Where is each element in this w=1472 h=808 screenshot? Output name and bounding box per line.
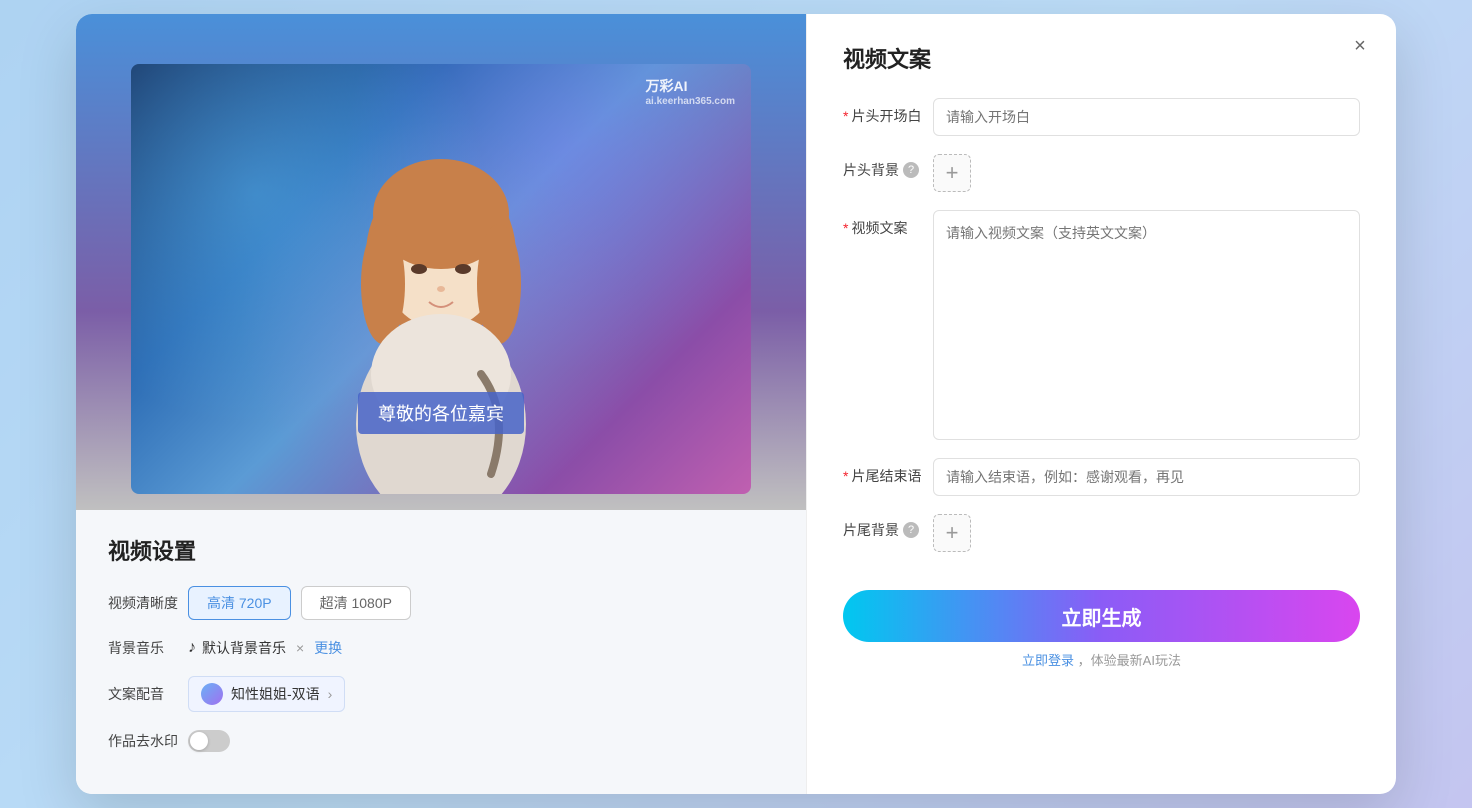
voice-selector[interactable]: 知性姐姐-双语 › [188,676,345,712]
required-star-copy: * [843,220,848,236]
video-preview-inner: 万彩AI ai.keerhan365.com [131,64,751,494]
music-close-button[interactable]: × [296,640,304,656]
tail-bg-help-icon[interactable]: ? [903,522,919,538]
required-star-ending: * [843,468,848,484]
voice-row: 文案配音 知性姐姐-双语 › [108,676,774,712]
required-star-opening: * [843,108,848,124]
video-preview: 万彩AI ai.keerhan365.com [76,14,806,510]
login-hint: 立即登录 ，体验最新AI玩法 [843,650,1360,669]
voice-avatar [201,683,223,705]
music-replace-button[interactable]: 更换 [314,638,342,658]
ending-row: * 片尾结束语 [843,458,1360,496]
tail-bg-add-button[interactable]: + [933,514,971,552]
music-label: 背景音乐 [108,638,188,658]
settings-title: 视频设置 [108,534,774,566]
tail-bg-label: 片尾背景 ? [843,514,933,540]
close-button[interactable]: × [1344,30,1376,62]
copy-row: * 视频文案 [843,210,1360,440]
music-row: 背景音乐 ♪ 默认背景音乐 × 更换 [108,638,774,658]
chevron-right-icon: › [328,686,333,702]
left-panel: 万彩AI ai.keerhan365.com [76,14,806,794]
head-bg-label: 片头背景 ? [843,154,933,180]
opening-input[interactable] [933,98,1360,136]
copy-label: * 视频文案 [843,210,933,238]
music-icon: ♪ [188,639,196,657]
panel-title: 视频文案 [843,42,1360,74]
quality-1080p-button[interactable]: 超清 1080P [301,586,411,620]
ending-label: * 片尾结束语 [843,458,933,486]
watermark: 万彩AI ai.keerhan365.com [646,76,736,107]
ending-input[interactable] [933,458,1360,496]
login-link[interactable]: 立即登录 [1022,653,1074,668]
avatar-figure [311,134,571,494]
toggle-knob [190,732,208,750]
quality-720p-button[interactable]: 高清 720P [188,586,291,620]
subtitle-bar: 尊敬的各位嘉宾 [358,392,524,434]
resolution-row: 视频清晰度 高清 720P 超清 1080P [108,586,774,620]
watermark-toggle[interactable] [188,730,230,752]
tail-bg-row: 片尾背景 ? + [843,514,1360,552]
modal-container: × 万彩AI ai.keerhan365.com [76,14,1396,794]
right-panel: 视频文案 * 片头开场白 片头背景 ? + * [807,14,1396,794]
head-bg-help-icon[interactable]: ? [903,162,919,178]
watermark-row: 作品去水印 [108,730,774,752]
voice-name: 知性姐姐-双语 [231,684,320,704]
opening-row: * 片头开场白 [843,98,1360,136]
voice-label: 文案配音 [108,684,188,704]
avatar-svg [311,134,571,494]
resolution-label: 视频清晰度 [108,593,188,613]
watermark-label: 作品去水印 [108,731,188,751]
head-bg-add-button[interactable]: + [933,154,971,192]
music-tag: ♪ 默认背景音乐 × 更换 [188,638,342,658]
opening-label: * 片头开场白 [843,98,933,126]
copy-textarea[interactable] [933,210,1360,440]
modal-overlay: × 万彩AI ai.keerhan365.com [0,0,1472,808]
generate-button[interactable]: 立即生成 [843,590,1360,642]
head-bg-row: 片头背景 ? + [843,154,1360,192]
settings-section: 视频设置 视频清晰度 高清 720P 超清 1080P 背景音乐 ♪ 默认背景音… [76,510,806,794]
music-name: 默认背景音乐 [202,638,286,658]
